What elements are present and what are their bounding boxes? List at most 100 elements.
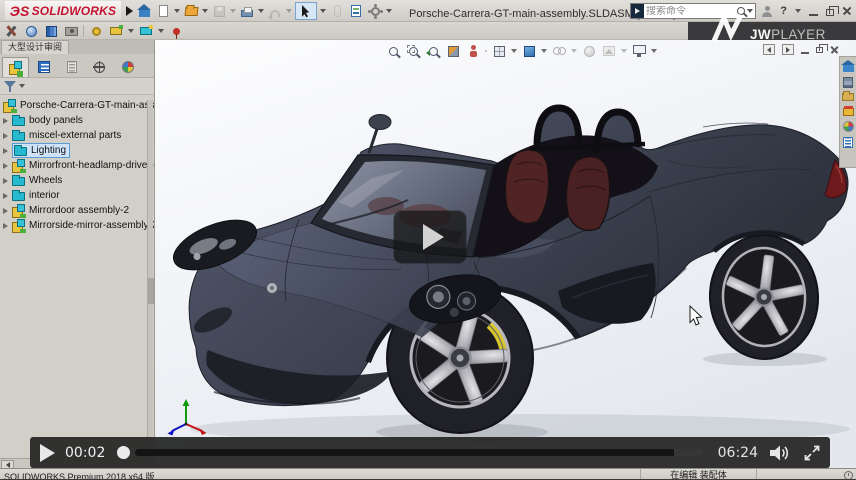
options-button[interactable] <box>367 3 383 19</box>
progress-rail[interactable] <box>135 449 704 456</box>
search-dropdown[interactable] <box>747 9 753 13</box>
tree-item-lighting[interactable]: Lighting <box>0 143 154 158</box>
zoom-area-button[interactable] <box>405 43 421 59</box>
hide-show-dropdown[interactable] <box>571 49 577 53</box>
tree-item-label: Mirrorside-mirror-assembly-2 <box>29 220 154 231</box>
open-dropdown[interactable] <box>202 9 208 13</box>
tree-item-miscel-external-parts[interactable]: miscel-external parts <box>0 128 154 143</box>
open-button[interactable] <box>183 3 199 19</box>
tree-root-item[interactable]: Porsche-Carrera-GT-main-assembly <box>0 98 154 113</box>
zoom-fit-button[interactable] <box>385 43 401 59</box>
tree-item-interior[interactable]: interior <box>0 188 154 203</box>
scrollbar-thumb[interactable] <box>148 278 154 304</box>
options-dropdown[interactable] <box>386 9 392 13</box>
view-orientation-dropdown[interactable] <box>511 49 517 53</box>
tab-configuration-manager[interactable] <box>58 57 85 77</box>
print-button[interactable] <box>239 3 255 19</box>
tab-property-manager[interactable] <box>30 57 57 77</box>
play-button[interactable] <box>40 444 55 462</box>
appearances-icon[interactable] <box>843 121 854 132</box>
expand-arrow-icon[interactable] <box>3 193 8 199</box>
expand-arrow-icon[interactable] <box>3 133 8 139</box>
expand-arrow-icon[interactable] <box>3 163 8 169</box>
design-library-button[interactable] <box>43 23 59 39</box>
insert-component-dropdown[interactable] <box>128 29 134 33</box>
tab-dimxpert[interactable] <box>86 57 113 77</box>
pin-button[interactable] <box>168 23 184 39</box>
snapshot-button[interactable] <box>63 23 79 39</box>
fullscreen-button[interactable] <box>804 445 820 461</box>
tree-item-wheels[interactable]: Wheels <box>0 173 154 188</box>
quick-tip-icon[interactable] <box>844 471 853 480</box>
view-settings-dropdown[interactable] <box>651 49 657 53</box>
tree-item-mirrordoor-assembly[interactable]: Mirrordoor assembly-2 <box>0 203 154 218</box>
help-dropdown[interactable] <box>795 9 801 13</box>
tab-large-design-review[interactable]: 大型设计审阅 <box>1 40 69 54</box>
file-explorer-icon[interactable] <box>842 93 854 101</box>
previous-view-button[interactable] <box>425 43 441 59</box>
open-part-dropdown[interactable] <box>158 29 164 33</box>
feature-tree: Porsche-Carrera-GT-main-assembly body pa… <box>0 95 154 233</box>
annotation-views-icon <box>468 45 479 57</box>
filter-funnel-icon[interactable] <box>4 80 16 92</box>
apply-scene-button[interactable] <box>601 43 617 59</box>
apply-scene-dropdown[interactable] <box>621 49 627 53</box>
undo-button[interactable] <box>267 3 283 19</box>
play-overlay-button[interactable] <box>394 211 466 263</box>
arrow-left-icon <box>767 47 771 53</box>
tree-item-mirrorfront-headlamp[interactable]: Mirrorfront-headlamp-driver-as <box>0 158 154 173</box>
next-document-button[interactable] <box>782 44 794 55</box>
assembly-icon <box>12 204 25 217</box>
expand-arrow-icon[interactable] <box>3 148 8 154</box>
undo-dropdown[interactable] <box>286 9 292 13</box>
previous-document-button[interactable] <box>763 44 775 55</box>
edit-appearance-button[interactable] <box>581 43 597 59</box>
view-orientation-button[interactable] <box>491 43 507 59</box>
open-part-button[interactable] <box>138 23 154 39</box>
expand-arrow-icon[interactable] <box>3 178 8 184</box>
design-library-icon[interactable] <box>843 77 853 88</box>
insert-component-button[interactable] <box>108 23 124 39</box>
tab-feature-tree[interactable] <box>2 57 29 77</box>
custom-properties-icon[interactable] <box>843 137 853 148</box>
select-dropdown[interactable] <box>320 9 326 13</box>
settings-gear-button[interactable] <box>88 23 104 39</box>
tree-item-mirrorside-mirror-assembly[interactable]: Mirrorside-mirror-assembly-2 <box>0 218 154 233</box>
expand-arrow-icon[interactable] <box>3 223 8 229</box>
doc-restore-button[interactable] <box>816 47 823 53</box>
magnifier-orb-button[interactable] <box>23 23 39 39</box>
hide-show-items-button[interactable] <box>551 43 567 59</box>
doc-close-button[interactable] <box>830 45 839 54</box>
new-document-dropdown[interactable] <box>174 9 180 13</box>
panel-scrollbar[interactable] <box>147 100 153 460</box>
save-dropdown[interactable] <box>230 9 236 13</box>
solidworks-resources-icon[interactable] <box>843 65 854 72</box>
expand-arrow-icon[interactable] <box>3 208 8 214</box>
display-style-button[interactable] <box>521 43 537 59</box>
display-style-dropdown[interactable] <box>541 49 547 53</box>
section-view-button[interactable] <box>445 43 461 59</box>
tab-display-manager[interactable] <box>114 57 141 77</box>
view-palette-icon[interactable] <box>843 108 854 116</box>
tree-item-body-panels[interactable]: body panels <box>0 113 154 128</box>
search-scope-icon[interactable] <box>631 4 644 18</box>
doc-minimize-button[interactable] <box>801 52 809 54</box>
volume-button[interactable] <box>770 445 792 461</box>
new-document-button[interactable] <box>155 3 171 19</box>
select-tool-button[interactable] <box>295 2 317 20</box>
home-button[interactable] <box>136 3 152 19</box>
view-settings-button[interactable] <box>631 43 647 59</box>
save-button[interactable] <box>211 3 227 19</box>
report-button[interactable] <box>348 3 364 19</box>
filter-dropdown[interactable] <box>19 84 25 88</box>
progress-knob[interactable] <box>117 446 130 459</box>
print-dropdown[interactable] <box>258 9 264 13</box>
volume-icon <box>770 445 792 461</box>
3d-viewport-canvas[interactable] <box>155 40 856 468</box>
expand-arrow-icon[interactable] <box>3 118 8 124</box>
annotation-views-button[interactable] <box>465 43 481 59</box>
progress-bar[interactable] <box>113 446 708 460</box>
menu-flyout-arrow-icon[interactable] <box>126 6 133 16</box>
tools-button[interactable] <box>3 23 19 39</box>
attachments-button[interactable] <box>329 3 345 19</box>
